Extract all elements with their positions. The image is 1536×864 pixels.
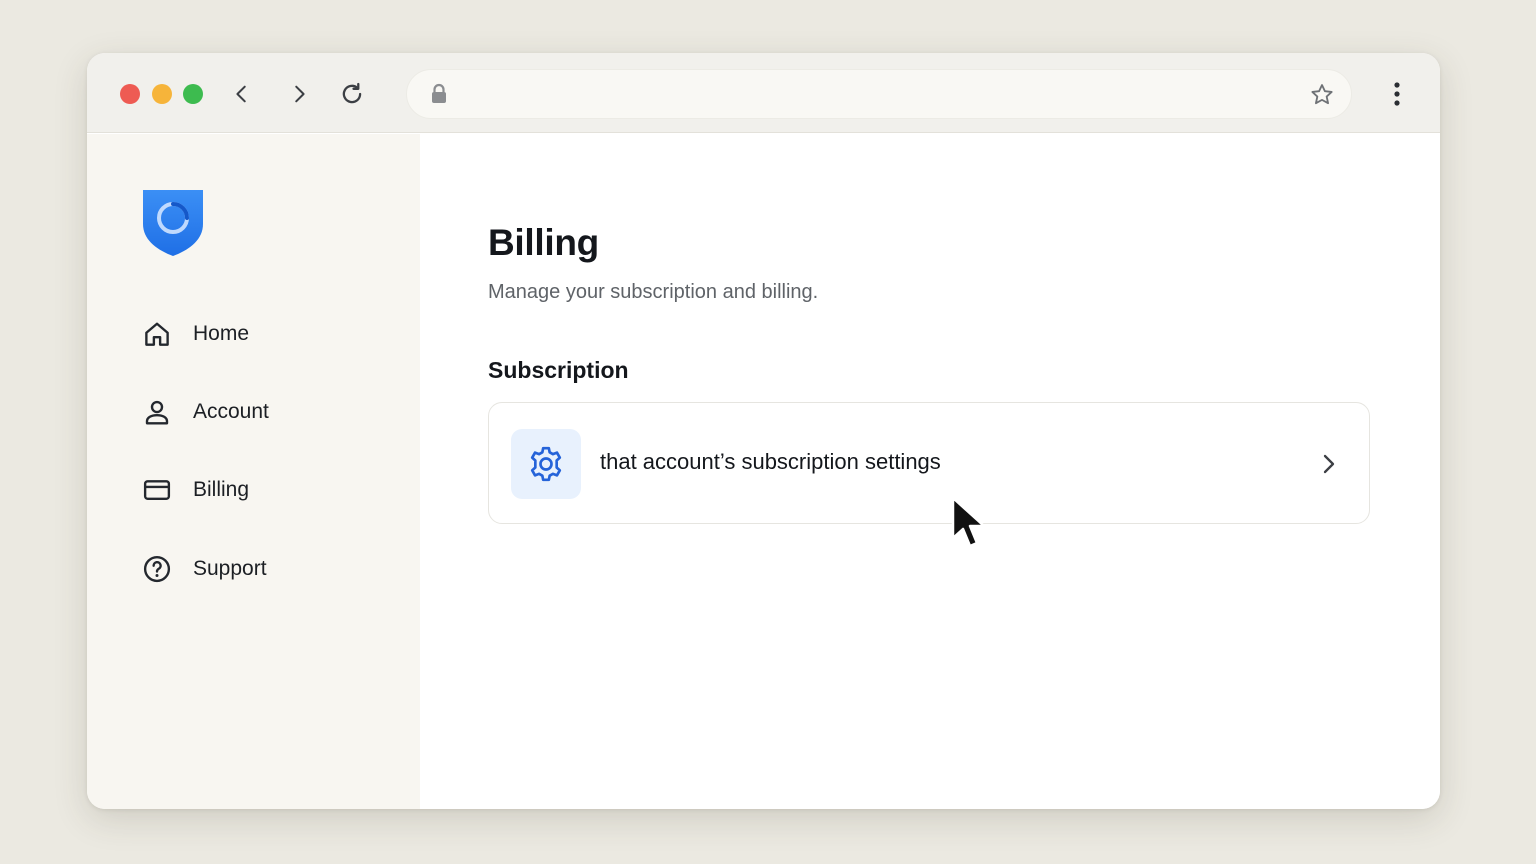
section-title: Subscription [488, 357, 629, 383]
browser-toolbar [87, 53, 1440, 133]
maximize-window-button[interactable] [183, 84, 203, 104]
help-circle-icon [141, 553, 173, 585]
subscription-settings-card[interactable]: that account’s subscription settings [488, 402, 1370, 524]
browser-window: Home Account Billing Support Billing Man… [87, 53, 1440, 809]
sidebar-item-support[interactable]: Support [141, 549, 401, 589]
sidebar-item-label: Support [193, 557, 267, 580]
address-bar[interactable] [406, 69, 1352, 119]
shield-logo [141, 188, 205, 258]
chevron-right-icon [1317, 450, 1341, 478]
sidebar-item-home[interactable]: Home [141, 314, 401, 354]
lock-icon [429, 83, 449, 105]
page-subtitle: Manage your subscription and billing. [488, 281, 819, 303]
sidebar-item-account[interactable]: Account [141, 392, 401, 432]
page-title: Billing [488, 222, 599, 263]
user-icon [141, 396, 173, 428]
sidebar-item-label: Billing [193, 478, 250, 501]
sidebar-item-label: Home [193, 322, 250, 345]
back-icon[interactable] [227, 79, 257, 109]
credit-card-icon [141, 474, 173, 506]
gear-icon [511, 429, 581, 499]
sidebar: Home Account Billing Support [87, 134, 420, 809]
close-window-button[interactable] [120, 84, 140, 104]
home-icon [141, 318, 173, 350]
main-content: Billing Manage your subscription and bil… [420, 134, 1440, 809]
card-label: that account’s subscription settings [600, 449, 941, 474]
star-icon[interactable] [1309, 82, 1335, 108]
sidebar-item-label: Account [193, 400, 269, 423]
reload-icon[interactable] [337, 79, 367, 109]
kebab-menu-icon[interactable] [1382, 79, 1412, 109]
sidebar-item-billing[interactable]: Billing [141, 470, 401, 510]
minimize-window-button[interactable] [152, 84, 172, 104]
mouse-cursor-icon [950, 496, 992, 552]
forward-icon[interactable] [284, 79, 314, 109]
